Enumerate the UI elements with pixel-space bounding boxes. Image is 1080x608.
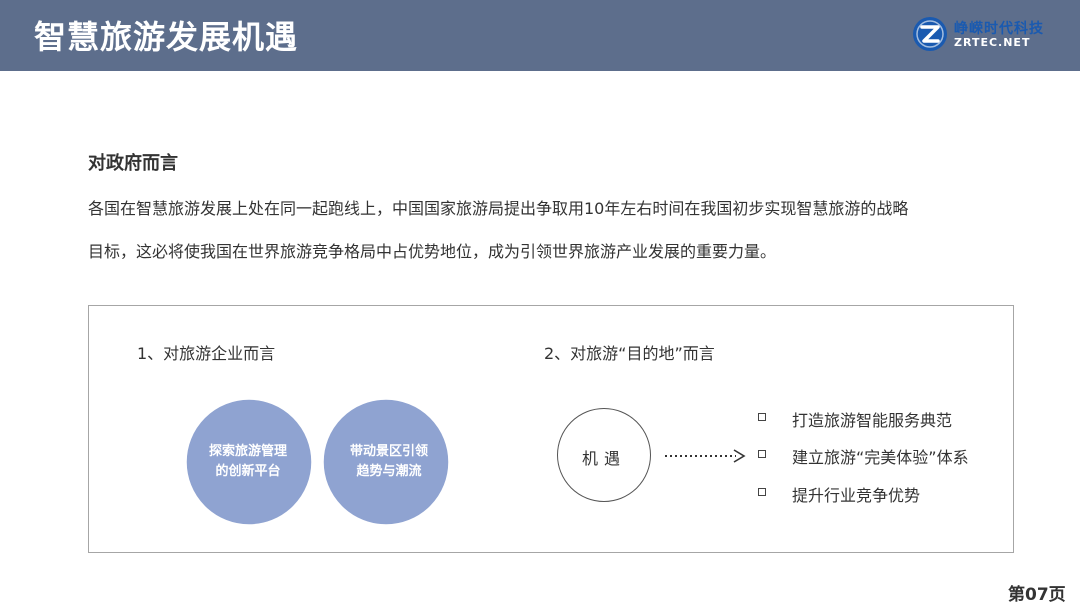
- square-bullet-icon: [758, 488, 766, 496]
- logo-english-name: ZRTEC.NET: [954, 36, 1031, 49]
- destination-item-text: 建立旅游“完美体验”体系: [792, 448, 969, 467]
- company-logo: 峥嵘时代科技 ZRTEC.NET: [912, 16, 1062, 54]
- enterprise-heading: 1、对旅游企业而言: [137, 344, 276, 363]
- logo-z-icon: [913, 17, 947, 51]
- logo-chinese-name: 峥嵘时代科技: [954, 21, 1044, 37]
- venn-left-label-line-2: 的创新平台: [215, 464, 281, 479]
- page-title: 智慧旅游发展机遇: [34, 18, 299, 56]
- destination-item-text: 提升行业竞争优势: [792, 486, 921, 505]
- dotted-arrow-icon: [665, 449, 746, 463]
- venn-left-label-line-1: 探索旅游管理: [208, 444, 287, 459]
- destination-heading: 2、对旅游“目的地”而言: [544, 344, 715, 363]
- square-bullet-icon: [758, 450, 766, 458]
- venn-right-label: 带动景区引领 趋势与潮流: [339, 442, 439, 482]
- venn-right-label-line-1: 带动景区引领: [349, 444, 428, 459]
- government-text-line-2: 目标，这必将使我国在世界旅游竞争格局中占优势地位，成为引领世界旅游产业发展的重要…: [88, 242, 777, 261]
- destination-item-text: 打造旅游智能服务典范: [792, 411, 953, 430]
- government-text-line-1: 各国在智慧旅游发展上处在同一起跑线上，中国国家旅游局提出争取用10年左右时间在我…: [88, 199, 909, 218]
- venn-left-label: 探索旅游管理 的创新平台: [198, 442, 298, 482]
- header-bar: 智慧旅游发展机遇 峥嵘时代科技 ZRTEC.NET: [0, 0, 1080, 71]
- opportunity-label: 机遇: [581, 449, 626, 468]
- venn-right-label-line-2: 趋势与潮流: [356, 464, 422, 479]
- government-heading: 对政府而言: [88, 153, 178, 174]
- page-number: 第07页: [1008, 585, 1066, 605]
- square-bullet-icon: [758, 413, 766, 421]
